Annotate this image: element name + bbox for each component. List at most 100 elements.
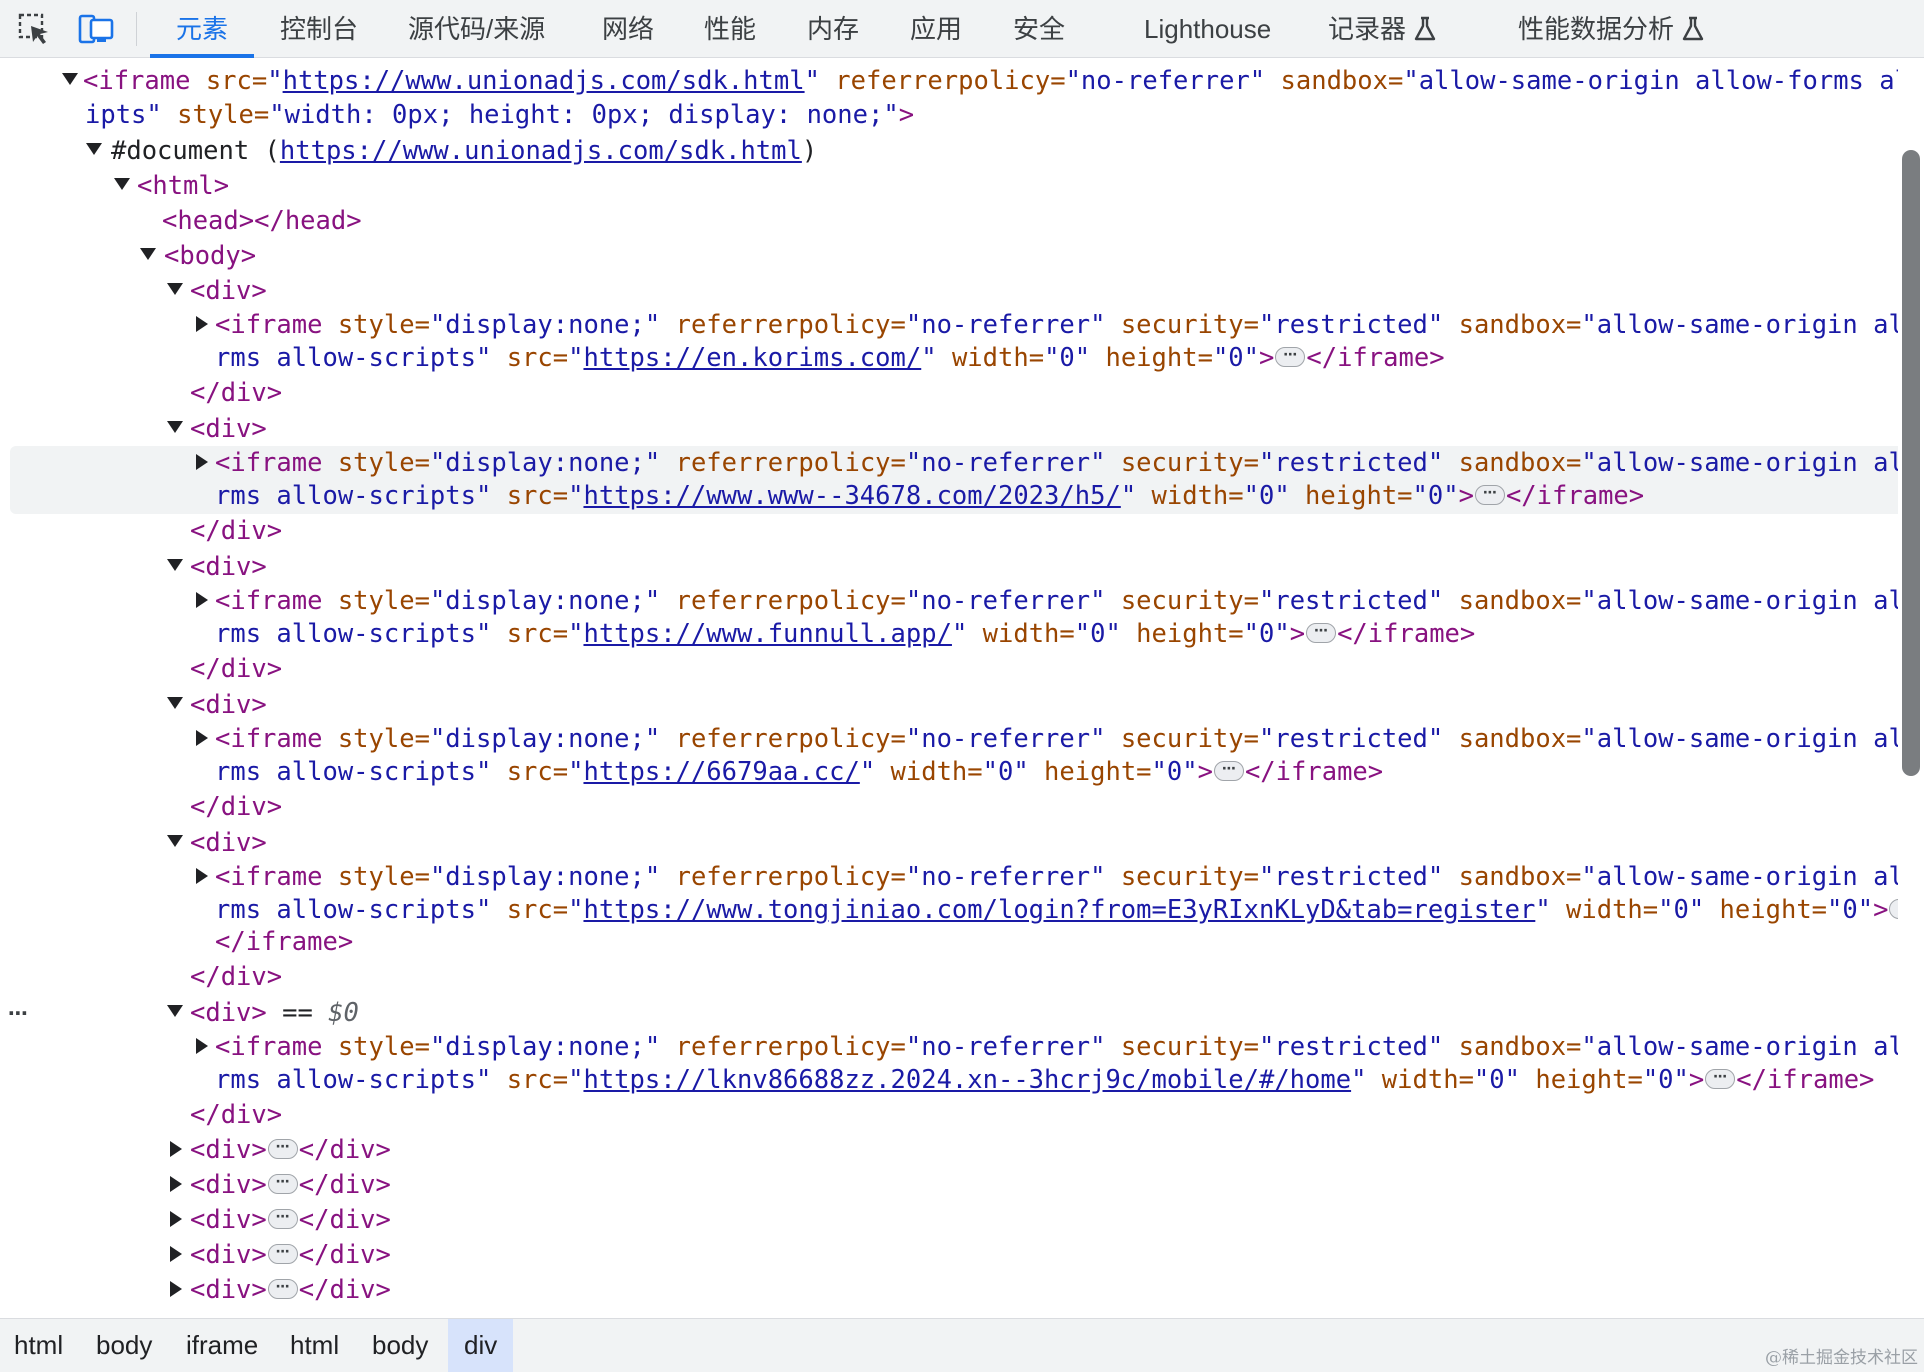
device-toolbar-icon[interactable] <box>76 9 116 49</box>
breadcrumb-body[interactable]: body <box>84 1319 164 1372</box>
dom-node-iframe[interactable]: <iframe style="display:none;" referrerpo… <box>0 308 1898 342</box>
breadcrumb-div[interactable]: div <box>448 1319 514 1372</box>
tag-name: </div> <box>190 378 283 408</box>
iframe-src-link[interactable]: https://6679aa.cc/ <box>583 757 859 787</box>
dom-node-iframe-cont[interactable]: rms allow-scripts" src="https://www.tong… <box>0 893 1898 927</box>
tag-name: <iframe <box>215 1032 323 1062</box>
tag-name: </div> <box>190 516 283 546</box>
ellipsis-icon[interactable]: ⋯ <box>1705 1069 1736 1089</box>
dom-node-iframe-close[interactable]: </iframe> <box>0 925 1898 959</box>
tab-elements[interactable]: 元素 <box>150 0 254 58</box>
dom-node-div-close[interactable]: </div> <box>0 376 1898 410</box>
dom-node-div-close[interactable]: </div> <box>0 790 1898 824</box>
tab-label: 性能 <box>704 14 757 44</box>
iframe-src-link[interactable]: https://en.korims.com/ <box>583 343 921 373</box>
breadcrumb-html[interactable]: html <box>2 1319 75 1372</box>
breadcrumb-html[interactable]: html <box>278 1319 351 1372</box>
ellipsis-icon[interactable]: ⋯ <box>267 1244 298 1264</box>
dom-node-iframe[interactable]: <iframe style="display:none;" referrerpo… <box>0 584 1898 618</box>
dom-node-div[interactable]: <div> <box>0 274 1898 308</box>
dom-node-div-collapsed[interactable]: <div> ⋯ </div> <box>0 1238 1898 1272</box>
dom-node-head[interactable]: <head></head> <box>0 204 1898 238</box>
tab-recorder[interactable]: 记录器 <box>1328 0 1436 58</box>
ellipsis-icon[interactable]: ⋯ <box>1889 899 1898 919</box>
iframe-src-link[interactable]: https://lknv86688zz.2024.xn--3hcrj9c/mob… <box>583 1065 1351 1095</box>
tab-performance[interactable]: 性能 <box>704 0 756 58</box>
dom-node-div-close[interactable]: </div> <box>0 1098 1898 1132</box>
dom-node-div-collapsed[interactable]: <div> ⋯ </div> <box>0 1133 1898 1167</box>
tab-network[interactable]: 网络 <box>602 0 654 58</box>
ellipsis-icon[interactable]: ⋯ <box>267 1209 298 1229</box>
attr-value: "display:none;" <box>429 724 661 754</box>
attr-url-link[interactable]: https://www.unionadjs.com/sdk.html <box>283 66 805 96</box>
dom-node-html[interactable]: <html> <box>0 169 1898 203</box>
inspect-element-icon[interactable] <box>14 9 54 49</box>
iframe-src-link[interactable]: https://www.tongjiniao.com/login?from=E3… <box>583 895 1535 925</box>
dom-node-div-selected[interactable]: <div> == $0 <box>0 996 1898 1030</box>
attr-value: "0" <box>1151 757 1198 787</box>
dom-node-div-collapsed[interactable]: <div> ⋯ </div> <box>0 1203 1898 1237</box>
dom-node-iframe[interactable]: <iframe style="display:none;" referrerpo… <box>0 722 1898 756</box>
ellipsis-icon[interactable]: ⋯ <box>267 1139 298 1159</box>
tag-name: <head></head> <box>162 206 362 236</box>
tab-security[interactable]: 安全 <box>1013 0 1065 58</box>
breadcrumb-iframe[interactable]: iframe <box>174 1319 270 1372</box>
dom-node-body[interactable]: <body> <box>0 239 1898 273</box>
dom-node-div-collapsed[interactable]: <div> ⋯ </div> <box>0 1168 1898 1202</box>
dom-node-div[interactable]: <div> <box>0 412 1898 446</box>
tag-name: <div> <box>190 690 267 720</box>
tab-application[interactable]: 应用 <box>910 0 962 58</box>
dom-node-div[interactable]: <div> <box>0 550 1898 584</box>
ellipsis-icon[interactable]: ⋯ <box>1306 623 1337 643</box>
attr-name: security= <box>1105 586 1259 616</box>
iframe-src-link[interactable]: https://www.funnull.app/ <box>583 619 951 649</box>
devtools-tab-bar: 元素 控制台 源代码/来源 网络 性能 内存 应用 安全 Lighthouse … <box>0 0 1924 58</box>
attr-value: "restricted" <box>1259 862 1444 892</box>
attr-value: "no-referrer" <box>905 862 1106 892</box>
dom-node-div-close[interactable]: </div> <box>0 514 1898 548</box>
dom-node-iframe-cont[interactable]: rms allow-scripts" src="https://en.korim… <box>0 341 1898 375</box>
attr-value: "no-referrer" <box>905 310 1106 340</box>
dom-node-iframe-root[interactable]: <iframe src="https://www.unionadjs.com/s… <box>0 64 1898 98</box>
iframe-src-link[interactable]: https://www.www--34678.com/2023/h5/ <box>583 481 1120 511</box>
tag-name: </iframe> <box>1244 757 1384 787</box>
dom-node-iframe[interactable]: <iframe style="display:none;" referrerpo… <box>0 446 1898 480</box>
attr-name: height= <box>1289 481 1413 511</box>
attr-quote: " <box>568 895 584 925</box>
tab-performance-insights[interactable]: 性能数据分析 <box>1518 0 1704 58</box>
dom-node-div-collapsed[interactable]: <div> ⋯ </div> <box>0 1273 1898 1307</box>
document-url-link[interactable]: https://www.unionadjs.com/sdk.html <box>280 136 802 166</box>
attr-quote: " <box>568 481 584 511</box>
dom-node-div-close[interactable]: </div> <box>0 652 1898 686</box>
attr-name: width= <box>875 757 983 787</box>
dom-node-document[interactable]: #document (https://www.unionadjs.com/sdk… <box>0 134 1898 168</box>
attr-quote: " <box>1120 481 1137 511</box>
tag-name: <div> <box>190 1205 267 1235</box>
tab-label: 安全 <box>1013 14 1066 44</box>
tab-memory[interactable]: 内存 <box>807 0 859 58</box>
ellipsis-icon[interactable]: ⋯ <box>1213 761 1244 781</box>
dom-node-iframe-cont[interactable]: rms allow-scripts" src="https://www.funn… <box>0 617 1898 651</box>
ellipsis-icon[interactable]: ⋯ <box>267 1174 298 1194</box>
tab-lighthouse[interactable]: Lighthouse <box>1144 0 1271 58</box>
breadcrumb-body[interactable]: body <box>360 1319 440 1372</box>
tab-console[interactable]: 控制台 <box>280 0 358 58</box>
ellipsis-icon[interactable]: ⋯ <box>1474 485 1505 505</box>
dom-node-div-close[interactable]: </div> <box>0 960 1898 994</box>
dom-node-iframe-cont[interactable]: rms allow-scripts" src="https://lknv8668… <box>0 1063 1898 1097</box>
scrollbar-thumb[interactable] <box>1902 150 1920 776</box>
ellipsis-icon[interactable]: ⋯ <box>1275 347 1306 367</box>
dom-node-iframe[interactable]: <iframe style="display:none;" referrerpo… <box>0 860 1898 894</box>
dom-node-div[interactable]: <div> <box>0 826 1898 860</box>
dom-node-div[interactable]: <div> <box>0 688 1898 722</box>
tab-label: 应用 <box>910 14 963 44</box>
tab-sources[interactable]: 源代码/来源 <box>408 0 545 58</box>
attr-name: width= <box>1550 895 1659 925</box>
dom-node-iframe-cont[interactable]: rms allow-scripts" src="https://6679aa.c… <box>0 755 1898 789</box>
ellipsis-icon[interactable]: ⋯ <box>267 1279 298 1299</box>
dom-node-iframe-cont[interactable]: rms allow-scripts" src="https://www.www-… <box>0 479 1898 513</box>
dom-node-iframe-root-cont[interactable]: ipts" style="width: 0px; height: 0px; di… <box>0 98 1898 132</box>
document-label-end: ) <box>801 136 818 166</box>
breadcrumb: html body iframe html body div @稀土掘金技术社区 <box>0 1318 1924 1372</box>
dom-node-iframe[interactable]: <iframe style="display:none;" referrerpo… <box>0 1030 1898 1064</box>
